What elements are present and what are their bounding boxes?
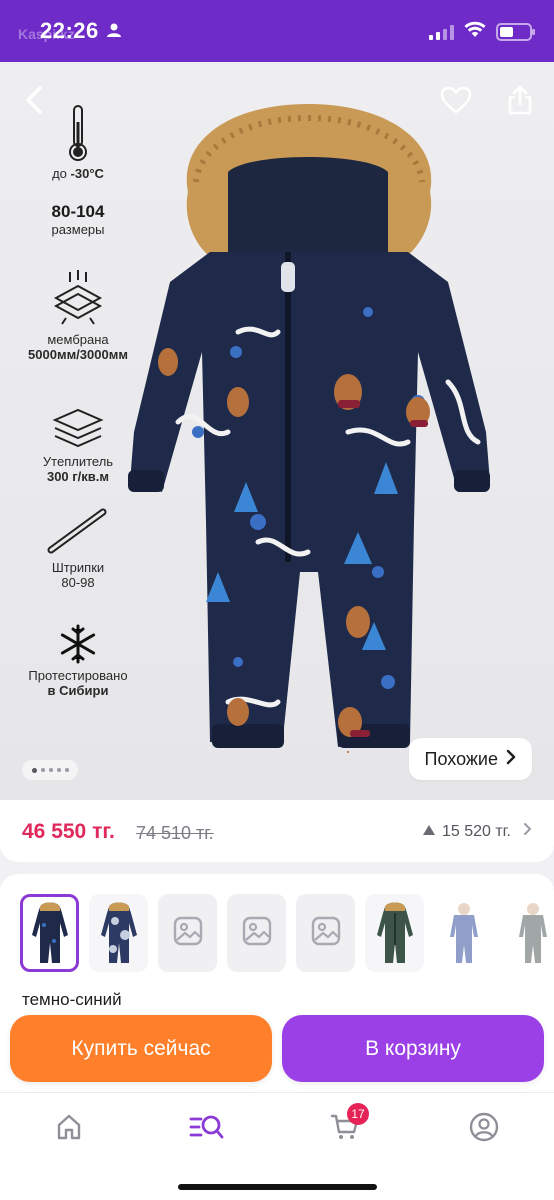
image-placeholder-icon xyxy=(311,916,341,951)
add-to-cart-button[interactable]: В корзину xyxy=(282,1015,544,1082)
gallery-dot[interactable] xyxy=(40,768,45,772)
tab-home[interactable] xyxy=(49,1111,89,1147)
cart-count-badge: 17 xyxy=(347,1103,369,1125)
product-image xyxy=(128,104,490,753)
image-placeholder-icon xyxy=(173,916,203,951)
variant-thumb-placeholder[interactable] xyxy=(296,894,355,972)
wifi-icon xyxy=(464,21,486,43)
old-price: 74 510 тг. xyxy=(136,823,214,843)
gallery-dot[interactable] xyxy=(31,767,37,773)
tab-cart[interactable]: 17 xyxy=(325,1103,369,1147)
current-price: 46 550 тг. xyxy=(22,820,115,843)
chevron-right-icon xyxy=(506,749,516,770)
price-history-button[interactable]: 15 520 тг. xyxy=(422,822,532,841)
image-placeholder-icon xyxy=(242,916,272,951)
similar-label: Похожие xyxy=(424,748,498,769)
feature-temp-prefix: до xyxy=(52,166,67,181)
feature-temp-value: -30°C xyxy=(70,166,104,181)
status-indicators xyxy=(429,21,535,43)
chevron-right-icon xyxy=(523,822,532,841)
status-bar: Kaspi.kz 22:26 xyxy=(0,0,554,62)
tab-profile[interactable] xyxy=(464,1111,504,1147)
variant-thumb-green[interactable] xyxy=(365,894,424,972)
product-gallery[interactable]: до -30°C 80-104 размеры мембрана 5000мм/… xyxy=(0,62,554,800)
home-icon xyxy=(55,1113,83,1146)
variant-thumbnails xyxy=(20,894,554,972)
similar-button[interactable]: Похожие xyxy=(408,738,532,780)
status-time: 22:26 xyxy=(40,18,99,43)
variant-thumb-navy[interactable] xyxy=(20,894,79,972)
points-amount: 15 520 тг. xyxy=(441,822,511,840)
gallery-dot[interactable] xyxy=(48,768,53,772)
variant-thumb-camo[interactable] xyxy=(89,894,148,972)
buy-now-button[interactable]: Купить сейчас xyxy=(10,1015,272,1082)
gallery-pagination[interactable] xyxy=(22,760,78,780)
battery-icon xyxy=(496,23,535,41)
triangle-up-icon xyxy=(422,823,436,841)
profile-icon xyxy=(469,1112,499,1147)
gallery-dot[interactable] xyxy=(64,768,69,772)
bottom-navigation: 17 xyxy=(0,1092,554,1200)
gallery-dot[interactable] xyxy=(56,768,61,772)
cellular-signal-icon xyxy=(429,24,454,40)
variant-thumb-kid-grey[interactable] xyxy=(503,894,554,972)
person-icon xyxy=(106,22,122,43)
price-card: 46 550 тг. 74 510 тг. 15 520 тг. xyxy=(0,800,554,862)
home-indicator xyxy=(178,1184,377,1190)
catalog-search-icon xyxy=(189,1113,225,1146)
tab-catalog[interactable] xyxy=(187,1111,227,1147)
variant-thumb-placeholder[interactable] xyxy=(227,894,286,972)
share-button[interactable] xyxy=(500,80,540,120)
selected-color-name: темно-синий xyxy=(22,990,122,1009)
variant-thumb-placeholder[interactable] xyxy=(158,894,217,972)
variant-thumb-kid-blue[interactable] xyxy=(434,894,493,972)
